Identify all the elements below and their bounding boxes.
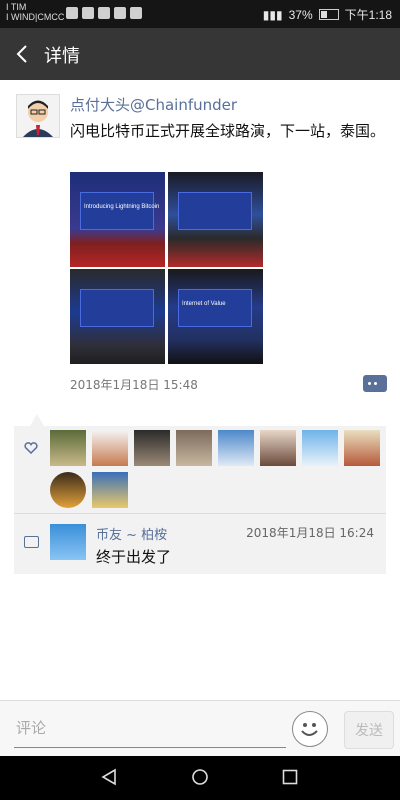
post-photo-4[interactable]: Internet of Value — [168, 269, 263, 364]
status-bar: I TIM I WIND|CMCC ▮▮▮ 37% 下午1:18 — [0, 0, 400, 28]
author-avatar[interactable] — [16, 94, 60, 138]
author-name[interactable]: 点付大头@Chainfunder — [70, 94, 237, 115]
signal-icon: ▮▮▮ — [262, 7, 283, 22]
photo-screen — [80, 289, 154, 327]
notification-icons — [66, 7, 142, 19]
likes-caret — [30, 414, 44, 426]
avatar-illustration — [17, 95, 59, 137]
wechat-icon — [98, 7, 110, 19]
comment-input-bar: 发送 — [0, 700, 400, 757]
comment-panel: 币友 ~ 柏桉 2018年1月18日 16:24 终于出发了 — [14, 514, 386, 574]
home-circle-icon[interactable] — [191, 768, 209, 786]
post-text: 闪电比特币正式开展全球路演，下一站，泰国。 — [70, 122, 386, 140]
app-icon — [114, 7, 126, 19]
photo-caption-4: Internet of Value — [182, 301, 226, 307]
photo-caption-1: Introducing Lightning Bitcoin — [84, 204, 160, 210]
nav-bar: 详情 — [0, 28, 400, 80]
recents-square-icon[interactable] — [281, 768, 299, 786]
post-photo-1[interactable]: Introducing Lightning Bitcoin — [70, 172, 165, 267]
battery-icon — [318, 9, 339, 20]
carrier-label: I TIM I WIND|CMCC — [6, 2, 64, 22]
comment-icon — [24, 536, 39, 548]
carrier-line-1: I TIM — [6, 2, 27, 12]
heart-icon — [24, 442, 38, 454]
likes-panel — [14, 426, 386, 513]
send-button[interactable]: 发送 — [344, 711, 394, 749]
calendar-icon — [66, 7, 78, 19]
liker-avatar[interactable] — [344, 430, 380, 466]
commenter-avatar[interactable] — [50, 524, 86, 560]
battery-percent: 37% — [288, 7, 313, 22]
post-photo-2[interactable] — [168, 172, 263, 267]
liker-avatar[interactable] — [92, 430, 128, 466]
comment-text[interactable]: 终于出发了 — [96, 546, 171, 567]
liker-avatar[interactable] — [50, 430, 86, 466]
smiley-icon — [301, 723, 318, 736]
carrier-line-2: I WIND|CMCC — [6, 12, 65, 22]
status-right: ▮▮▮ 37% 下午1:18 — [263, 6, 392, 23]
comment-input[interactable] — [14, 709, 286, 748]
back-arrow-icon[interactable] — [14, 44, 32, 64]
liker-avatar[interactable] — [134, 430, 170, 466]
commenter-name[interactable]: 币友 ~ 柏桉 — [96, 524, 167, 543]
liker-avatar[interactable] — [218, 430, 254, 466]
page-title: 详情 — [44, 46, 80, 67]
post-photo-3[interactable] — [70, 269, 165, 364]
emoji-button[interactable] — [292, 711, 328, 747]
liker-avatar[interactable] — [92, 472, 128, 508]
photo-screen — [178, 289, 252, 327]
system-nav-bar — [0, 756, 400, 800]
facebook-icon — [82, 7, 94, 19]
back-triangle-icon[interactable] — [100, 768, 118, 786]
message-icon — [130, 7, 142, 19]
photo-screen — [80, 192, 154, 230]
liker-avatar[interactable] — [302, 430, 338, 466]
post-timestamp: 2018年1月18日 15:48 — [70, 378, 198, 392]
liker-avatar[interactable] — [260, 430, 296, 466]
comment-time: 2018年1月18日 16:24 — [246, 526, 374, 540]
battery-fill — [320, 11, 327, 18]
more-actions-button[interactable] — [363, 375, 387, 392]
dots-icon — [368, 382, 377, 385]
liker-avatar[interactable] — [176, 430, 212, 466]
liker-avatar[interactable] — [50, 472, 86, 508]
photo-screen — [178, 192, 252, 230]
clock: 下午1:18 — [344, 8, 392, 22]
